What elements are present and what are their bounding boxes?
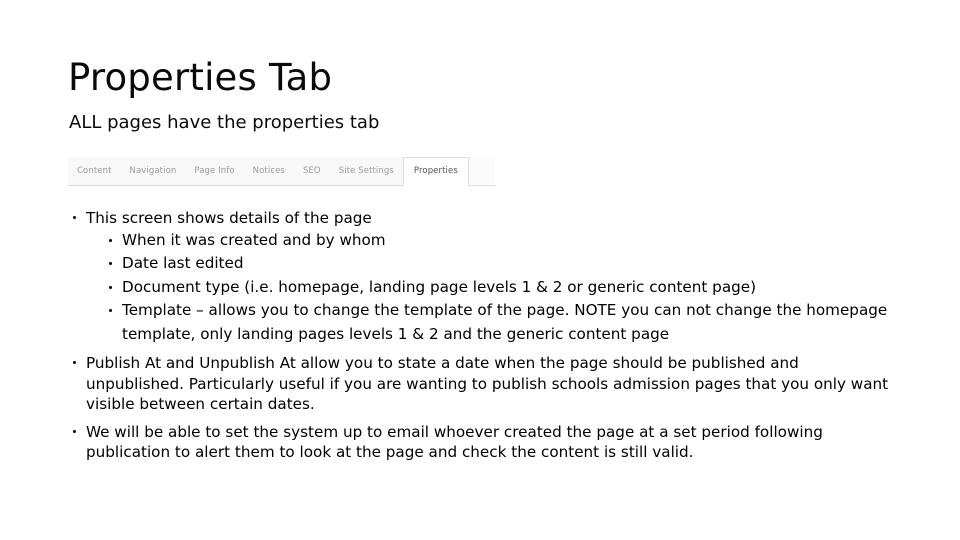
tab-site-settings[interactable]: Site Settings <box>329 157 403 185</box>
bullet-dot-icon <box>73 361 76 364</box>
bullet-list-level-1: This screen shows details of the page Wh… <box>68 208 896 463</box>
page-title: Properties Tab <box>68 56 333 99</box>
tab-content[interactable]: Content <box>68 157 121 185</box>
bullet-text: Publish At and Unpublish At allow you to… <box>86 354 889 413</box>
list-item: Publish At and Unpublish At allow you to… <box>68 353 896 415</box>
bullet-text: We will be able to set the system up to … <box>86 422 823 462</box>
slide-subtitle: ALL pages have the properties tab <box>69 112 380 133</box>
tab-seo[interactable]: SEO <box>293 157 330 185</box>
list-item: This screen shows details of the page Wh… <box>68 208 896 346</box>
bullet-list-level-2: When it was created and by whom Date las… <box>86 229 896 347</box>
tab-notices[interactable]: Notices <box>243 157 294 185</box>
tabstrip-filler <box>468 157 495 185</box>
bullet-dot-icon <box>109 285 113 289</box>
bullet-dot-icon <box>73 216 76 219</box>
list-item: We will be able to set the system up to … <box>68 422 896 463</box>
bullet-dot-icon <box>73 429 76 433</box>
list-item: When it was created and by whom <box>86 229 896 253</box>
list-item: Template – allows you to change the temp… <box>86 299 896 346</box>
tab-page-info[interactable]: Page Info <box>185 157 244 185</box>
cms-tabstrip-image: Content Navigation Page Info Notices SEO… <box>68 157 495 186</box>
bullet-text: Date last edited <box>122 254 244 272</box>
bullet-dot-icon <box>109 238 113 242</box>
body-content: This screen shows details of the page Wh… <box>68 208 896 463</box>
bullet-text: This screen shows details of the page <box>86 209 372 227</box>
tab-navigation[interactable]: Navigation <box>120 157 186 185</box>
list-item: Date last edited <box>86 252 896 276</box>
bullet-text: Template – allows you to change the temp… <box>122 301 888 343</box>
bullet-dot-icon <box>109 309 113 313</box>
slide-canvas: Properties Tab ALL pages have the proper… <box>0 0 960 540</box>
bullet-text: Document type (i.e. homepage, landing pa… <box>122 277 757 296</box>
list-item: Document type (i.e. homepage, landing pa… <box>86 276 896 300</box>
bullet-text: When it was created and by whom <box>122 230 386 249</box>
tab-properties[interactable]: Properties <box>402 157 469 186</box>
bullet-dot-icon <box>109 262 113 266</box>
